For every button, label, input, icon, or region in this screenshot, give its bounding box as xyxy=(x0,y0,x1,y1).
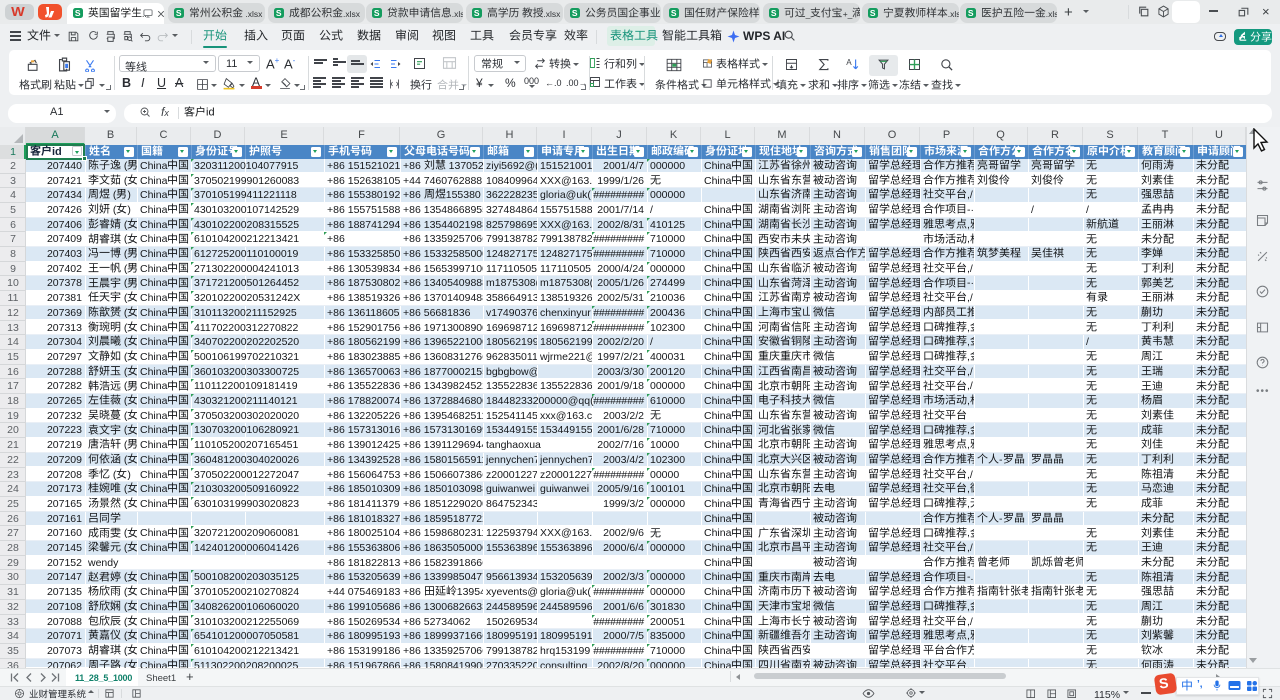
svg-text:A: A xyxy=(846,58,852,67)
